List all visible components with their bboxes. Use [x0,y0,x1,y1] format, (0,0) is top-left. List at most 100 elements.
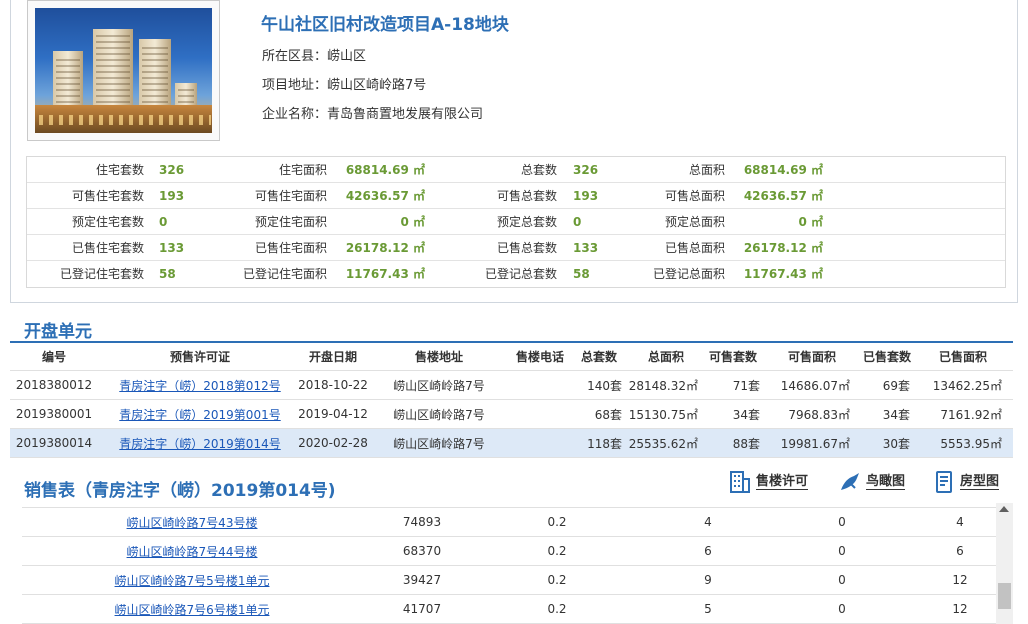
table-row[interactable]: 崂山区崎岭路7号44号楼 68370 0.2 6 0 6 [22,537,996,566]
header-sold-area[interactable]: 已售面积 [916,343,1010,370]
ratio-cell: 0.2 [547,515,567,529]
available-units-column: 34套 [702,400,760,428]
scroll-thumb[interactable] [998,583,1011,609]
district-label: 所在区县： [262,49,328,64]
table-row[interactable]: 2019380014 青房注字（崂）2019第014号 2020-02-28 崂山区崎… [10,429,1013,458]
table-row[interactable]: 2018380012 青房注字（崂）2018第012号 2018-10-22 崂山区崎… [10,371,1013,400]
project-card: 午山社区旧村改造项目A-18地块 所在区县：崂山区 项目地址：崂山区崎岭路7号 … [10,0,1018,303]
sold-units-cell: 69套 [882,378,910,393]
residential-count-label: 已登记住宅套数 [59,267,144,281]
residential-area-value: 68814.69 ㎡ [345,163,425,177]
sold-units-column: 30套 [860,429,910,457]
residential-count-value: 0 [159,215,168,229]
total-units-column: 4 [658,508,758,536]
table-row[interactable]: 崂山区崎岭路7号5号楼1单元 39427 0.2 9 0 12 [22,566,996,595]
header-sold-units[interactable]: 已售套数 [856,343,918,370]
sales-table: 崂山区崎岭路7号43号楼 74893 0.2 4 0 4 崂山区崎岭路7号44号楼 68370… [22,507,996,624]
sales-address-column: 崂山区崎岭路7号 [380,429,498,457]
table-row[interactable]: 2019380001 青房注字（崂）2019第001号 2019-04-12 崂山区崎… [10,400,1013,429]
units-table-header: 编号 预售许可证 开盘日期 售楼地址 售楼电话 总套数 总面积 可售套数 可售面积 已售套数 已售面… [10,343,1013,371]
building-name-cell[interactable]: 崂山区崎岭路7号44号楼 [127,543,258,560]
building-name-cell[interactable]: 崂山区崎岭路7号6号楼1单元 [115,601,270,618]
sales-address-cell: 崂山区崎岭路7号 [393,407,485,422]
presale-permit-cell[interactable]: 青房注字（崂）2019第014号 [119,435,280,452]
stats-row: 住宅套数 326 住宅面积 68814.69 ㎡总套数 326 总面积 68814.69 ㎡ [27,157,1005,183]
sales-address-column: 崂山区崎岭路7号 [380,371,498,399]
table-row[interactable]: 崂山区崎岭路7号43号楼 74893 0.2 4 0 4 [22,508,996,537]
header-presale-permit[interactable]: 预售许可证 [110,343,290,370]
residential-area-value: 26178.12 ㎡ [345,241,425,255]
table-row[interactable]: 崂山区崎岭路7号6号楼1单元 41707 0.2 5 0 12 [22,595,996,624]
residential-area-value: 42636.57 ㎡ [345,189,425,203]
header-available-units[interactable]: 可售套数 [698,343,768,370]
floorplan-tool-link[interactable]: 房型图 [932,469,1000,495]
total-count-label: 总套数 [520,163,557,177]
stats-row: 预定住宅套数 0 预定住宅面积 0 ㎡预定总套数 0 预定总面积 0 ㎡ [27,209,1005,235]
building-id-column: 74893 [362,508,482,536]
total-area-cell: 28148.32㎡ [628,378,698,393]
sold-area-column: 7161.92㎡ [920,400,1002,428]
building-name-cell[interactable]: 崂山区崎岭路7号43号楼 [127,514,258,531]
stats-row: 已售住宅套数 133 已售住宅面积 26178.12 ㎡已售总套数 133 已售总面积 26… [27,235,1005,261]
available-area-cell: 19981.67㎡ [780,436,850,451]
building-id-cell: 41707 [402,602,442,616]
total-count-value: 0 [573,215,582,229]
reserved-units-cell: 0 [838,515,846,529]
units-table: 编号 预售许可证 开盘日期 售楼地址 售楼电话 总套数 总面积 可售套数 可售面积 已售套数 已售面… [10,341,1013,458]
presale-permit-cell[interactable]: 青房注字（崂）2019第001号 [119,406,280,423]
total-units-column: 140套 [572,371,622,399]
opening-date-cell: 2019-04-12 [298,407,368,421]
company-row: 企业名称：青岛鲁商置地发展有限公司 [262,103,483,122]
available-units-column: 71套 [702,371,760,399]
available-area-cell: 7968.83㎡ [788,407,850,422]
scroll-up-arrow-icon[interactable] [999,506,1009,512]
available-area-column: 19981.67㎡ [770,429,850,457]
available-units-cell: 6 [956,544,964,558]
available-units-cell: 12 [952,573,968,587]
reserved-units-column: 0 [792,566,892,594]
available-units-column: 88套 [702,429,760,457]
total-area-value: 0 ㎡ [798,215,823,229]
sales-address-cell: 崂山区崎岭路7号 [393,378,485,393]
sales-scrollbar[interactable] [996,503,1013,624]
ratio-cell: 0.2 [547,573,567,587]
bird-icon [838,470,862,494]
total-area-value: 26178.12 ㎡ [743,241,823,255]
stats-row: 可售住宅套数 193 可售住宅面积 42636.57 ㎡可售总套数 193 可售总面积 42… [27,183,1005,209]
total-area-value: 68814.69 ㎡ [743,163,823,177]
building-name-cell[interactable]: 崂山区崎岭路7号5号楼1单元 [115,572,270,589]
sold-units-column: 69套 [860,371,910,399]
header-sales-address[interactable]: 售楼地址 [380,343,498,370]
ratio-column: 0.2 [512,508,602,536]
aerial-tool-link[interactable]: 鸟瞰图 [838,469,906,495]
available-area-column: 14686.07㎡ [770,371,850,399]
unit-id-column: 2018380012 [10,371,98,399]
units-section-title: 开盘单元 [24,322,92,342]
total-units-cell: 6 [704,544,712,558]
building-name-column: 崂山区崎岭路7号6号楼1单元 [92,595,292,623]
total-count-label: 已登记总套数 [484,267,557,281]
presale-permit-cell[interactable]: 青房注字（崂）2018第012号 [119,377,280,394]
project-title: 午山社区旧村改造项目A-18地块 [261,15,509,35]
sales-address-cell: 崂山区崎岭路7号 [393,436,485,451]
sold-units-cell: 30套 [882,436,910,451]
address-value: 崂山区崎岭路7号 [327,78,427,93]
residential-count-label: 可售住宅套数 [71,189,144,203]
ratio-cell: 0.2 [547,602,567,616]
building-name-column: 崂山区崎岭路7号5号楼1单元 [92,566,292,594]
available-units-cell: 71套 [732,378,760,393]
total-units-cell: 118套 [587,436,622,451]
permit-tool-link[interactable]: 售楼许可 [728,469,809,495]
header-unit-id[interactable]: 编号 [10,343,98,370]
residential-count-value: 326 [159,163,185,177]
sold-area-cell: 13462.25㎡ [932,378,1002,393]
ratio-column: 0.2 [512,595,602,623]
residential-area-value: 11767.43 ㎡ [345,267,425,281]
header-total-units[interactable]: 总套数 [568,343,630,370]
header-total-area[interactable]: 总面积 [626,343,706,370]
header-available-area[interactable]: 可售面积 [766,343,858,370]
project-photo[interactable] [27,0,220,141]
header-opening-date[interactable]: 开盘日期 [293,343,373,370]
total-area-cell: 25535.62㎡ [628,436,698,451]
reserved-units-cell: 0 [838,573,846,587]
